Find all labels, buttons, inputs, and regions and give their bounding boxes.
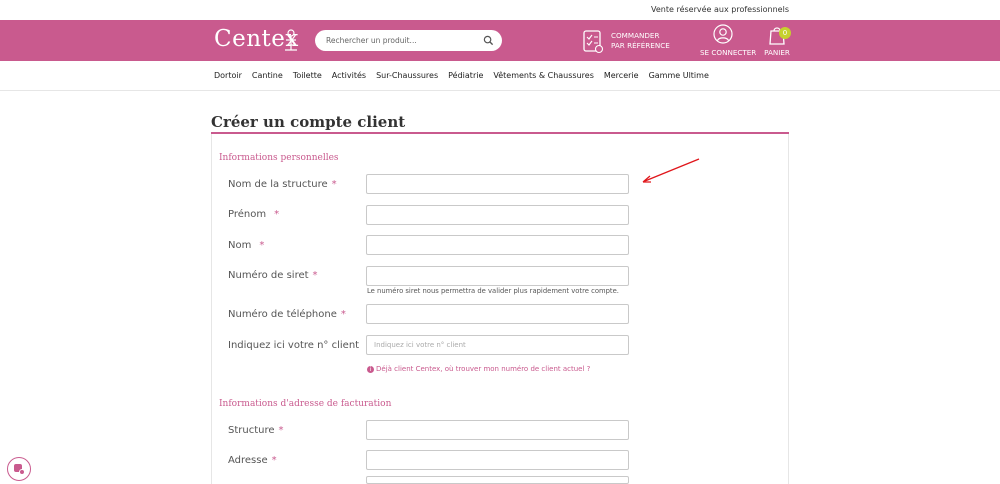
chat-widget-button[interactable] [7,457,31,481]
site-header: Centex COMMANDER PAR RÉFÉRENCE SE CONNEC… [0,20,1000,61]
user-icon [713,24,733,44]
last-name-label: Nom * [228,240,265,251]
login-label: SE CONNECTER [700,48,757,57]
cart-count-badge: 0 [779,27,791,39]
structure-input[interactable] [366,420,629,440]
structure-name-label: Nom de la structure * [228,179,337,190]
address-label: Adresse * [228,455,277,466]
address-input[interactable] [366,450,629,470]
section-billing-address: Informations d'adresse de facturation [219,399,392,409]
client-number-input[interactable] [366,335,629,355]
nav-item-cantine[interactable]: Cantine [252,71,283,80]
top-bar: Vente réservée aux professionnels [0,0,1000,20]
main-nav: Dortoir Cantine Toilette Activités Sur-C… [0,61,1000,91]
nav-item-mercerie[interactable]: Mercerie [604,71,639,80]
first-name-input[interactable] [366,205,629,225]
nav-item-pediatrie[interactable]: Pédiatrie [448,71,483,80]
structure-name-input[interactable] [366,174,629,194]
cart-button[interactable]: 0 PANIER [764,24,791,57]
client-number-label: Indiquez ici votre n° client [228,340,360,351]
nav-item-vetements-chaussures[interactable]: Vêtements & Chaussures [493,71,593,80]
pro-notice: Vente réservée aux professionnels [651,5,789,14]
phone-input[interactable] [366,304,629,324]
checklist-icon [583,30,604,54]
annotation-arrow-icon [642,158,700,183]
order-by-ref-line2: PAR RÉFÉRENCE [611,41,670,50]
section-personal-info: Informations personnelles [219,153,339,163]
logo-flower-icon [285,29,297,51]
structure-label: Structure * [228,425,284,436]
page-title: Créer un compte client [211,113,406,131]
siret-help-text: Le numéro siret nous permettra de valide… [367,287,619,295]
nav-item-dortoir[interactable]: Dortoir [214,71,242,80]
last-name-input[interactable] [366,235,629,255]
siret-input[interactable] [366,266,629,286]
client-number-help-link[interactable]: i Déjà client Centex, où trouver mon numé… [367,365,590,373]
chat-icon [14,464,25,475]
first-name-label: Prénom * [228,209,280,220]
search-icon[interactable] [483,35,494,46]
phone-label: Numéro de téléphone * [228,309,346,320]
order-by-ref-line1: COMMANDER [611,31,660,40]
cart-label: PANIER [764,48,790,57]
search-box [315,30,502,51]
search-input[interactable] [326,33,476,48]
nav-item-activites[interactable]: Activités [332,71,366,80]
siret-label: Numéro de siret * [228,270,318,281]
address-line2-input[interactable] [366,476,629,484]
nav-item-toilette[interactable]: Toilette [293,71,322,80]
nav-item-gamme-ultime[interactable]: Gamme Ultime [649,71,709,80]
nav-item-sur-chaussures[interactable]: Sur-Chaussures [376,71,438,80]
login-button[interactable]: SE CONNECTER [700,24,757,57]
info-icon: i [367,366,374,373]
